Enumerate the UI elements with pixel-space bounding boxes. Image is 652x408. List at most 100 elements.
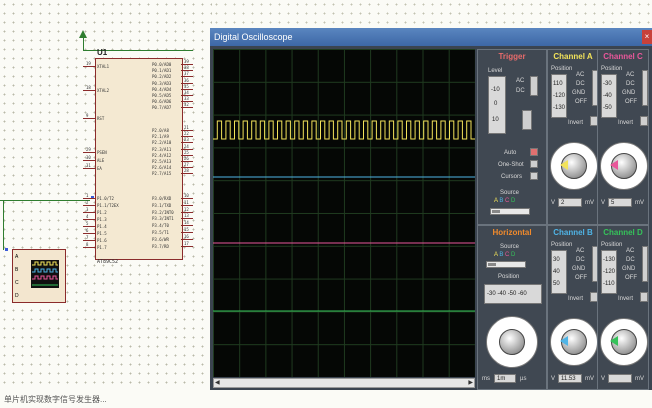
chip-part-label: AT89C52 [97, 259, 119, 265]
trigger-ac-label: AC [516, 78, 525, 84]
channel-a-knob-pointer-icon [560, 160, 568, 170]
trigger-auto-button[interactable] [530, 148, 538, 156]
chip-pin-line [181, 245, 193, 247]
schematic-canvas-top[interactable] [212, 0, 652, 28]
channel-c-off-label: OFF [625, 99, 637, 105]
channel-a-unit-left: V [551, 200, 556, 206]
chip-pin-name: P1.5 [97, 231, 107, 236]
blue-marker [5, 248, 8, 251]
chip-pin-line [83, 152, 95, 153]
chip-pin-number: 31 [86, 163, 91, 168]
channel-d-gnd-label: GND [622, 266, 636, 272]
channel-a-position-display[interactable]: 110 -120 -130 [551, 74, 567, 118]
channel-b-gnd-label: GND [572, 266, 586, 272]
close-button[interactable]: × [642, 30, 652, 44]
trigger-cursors-button[interactable] [530, 172, 538, 180]
chip-pin-number: 2 [86, 200, 89, 205]
channel-c-panel: Channel C Position -30 -40 -50 AC DC GND OFF Inve… [597, 49, 649, 225]
chip-pin-name: P2.7/A15 [152, 171, 172, 177]
chip-pin-name: P2.2/A10 [152, 140, 172, 146]
scope-screen[interactable] [213, 49, 475, 377]
chip-pin-name: P0.1/AD1 [152, 68, 172, 74]
timebase-knob[interactable] [499, 329, 525, 355]
scroll-right-icon[interactable]: ▶ [468, 380, 473, 386]
channel-c-invert-button[interactable] [640, 116, 648, 126]
chip-pin-number: 15 [184, 227, 189, 232]
chip-pin-number: 36 [184, 77, 189, 83]
chip-pin-name: P0.3/AD3 [152, 80, 172, 86]
chip-pin-name: P1.0/T2 [97, 196, 114, 201]
chip-pin-line [83, 198, 95, 199]
trigger-dc-label: DC [516, 88, 525, 94]
horizontal-source-letters: A B C D [494, 252, 516, 258]
chip-pin-number: 13 [184, 213, 189, 219]
chip-pin-line [83, 90, 95, 91]
chip-pin-name: P0.4/AD4 [152, 86, 172, 92]
channel-c-gnd-label: GND [622, 90, 636, 96]
trigger-oneshot-button[interactable] [530, 160, 538, 168]
timebase-unit: µs [520, 376, 527, 382]
channel-c-unit-left: V [601, 200, 606, 206]
chip-pin-name: EA [97, 166, 102, 171]
chip-pin-name: P2.0/A8 [152, 128, 169, 133]
chip-pin-number: 28 [184, 168, 189, 174]
trigger-source-label: Source [500, 190, 520, 196]
channel-b-position-display[interactable]: 30 40 50 [551, 250, 567, 294]
channel-b-position-label: Position [551, 242, 573, 248]
chip-pin-name: P3.1/TXD [152, 202, 172, 208]
chip-pin-number: 19 [86, 61, 91, 66]
trigger-edge-switch[interactable] [522, 110, 532, 130]
chip-pin-number: 10 [184, 193, 189, 198]
channel-a-unit-right: mV [585, 200, 594, 206]
channel-d-coupling-switch[interactable] [642, 246, 648, 282]
channel-d-position-label: Position [601, 242, 623, 248]
channel-d-knob-pointer-icon [610, 336, 618, 346]
horizontal-position-display[interactable]: -30 -40 -50 -60 [484, 284, 542, 304]
channel-d-position-display[interactable]: -130 -120 -110 [601, 250, 617, 294]
chip-pin-number: 8 [86, 242, 89, 247]
chip-pin-line [83, 240, 95, 241]
chip-pin-number: 25 [184, 149, 189, 155]
channel-c-ac-label: AC [626, 72, 635, 78]
channel-c-unit-right: mV [635, 200, 644, 206]
chip-pin-number: 12 [184, 206, 189, 212]
chip-pin-number: 5 [86, 221, 89, 226]
trigger-oneshot-label: One-Shot [498, 162, 524, 168]
channel-d-off-label: OFF [625, 275, 637, 281]
scope-pin-d: D [15, 293, 19, 299]
timebase-left-unit: ms [482, 376, 490, 382]
chip-pin-line [83, 66, 95, 67]
trigger-level-display[interactable]: -10 0 10 [488, 76, 506, 134]
chip-pin-number: 27 [184, 162, 189, 168]
trigger-source-slider[interactable] [490, 208, 530, 215]
channel-c-position-display[interactable]: -30 -40 -50 [601, 74, 617, 118]
trigger-title: Trigger [498, 52, 526, 61]
chip-pin-name: P3.0/RXD [152, 196, 172, 201]
channel-c-coupling-switch[interactable] [642, 70, 648, 106]
horizontal-source-slider[interactable] [486, 261, 526, 268]
chip-pin-number: 35 [184, 83, 189, 89]
channel-b-panel: Channel B Position 30 40 50 AC DC GND OFF Invert V… [547, 225, 599, 390]
channel-c-invert-label: Invert [618, 120, 634, 126]
screen-scrollbar[interactable]: ◀ ▶ [213, 378, 475, 388]
channel-a-panel: Channel A Position 110 -120 -130 AC DC GND OFF In… [547, 49, 599, 225]
p1-wire-v [3, 200, 4, 250]
channel-d-invert-button[interactable] [640, 292, 648, 302]
chip-pin-name: P2.4/A12 [152, 152, 172, 158]
oscilloscope-symbol[interactable]: A B C D [12, 249, 66, 303]
chip-pin-number: 7 [86, 235, 89, 240]
chip-pin-number: 39 [184, 59, 189, 64]
vcc-wire [83, 38, 84, 50]
trigger-coupling-switch[interactable] [530, 76, 538, 96]
window-title: Digital Oscilloscope [214, 32, 293, 42]
horizontal-title: Horizontal [492, 228, 532, 237]
window-titlebar[interactable]: Digital Oscilloscope [210, 28, 652, 46]
channel-d-panel: Channel D Position -130 -120 -110 AC DC GND OFF I… [597, 225, 649, 390]
chip-pin-number: 6 [86, 228, 89, 233]
chip-pin-name: P2.3/A11 [152, 146, 172, 152]
scroll-left-icon[interactable]: ◀ [215, 380, 220, 386]
trigger-level-label: Level [488, 68, 503, 74]
chip-pin-line [83, 226, 95, 227]
chip-pin-number: 1 [86, 193, 89, 198]
chip-pin-name: P1.2 [97, 210, 107, 215]
